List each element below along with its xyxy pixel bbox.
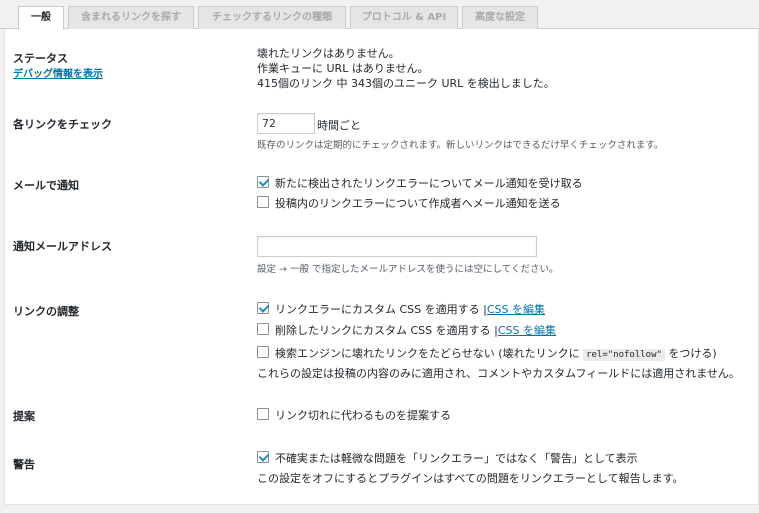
- status-line-2: 作業キューに URL はありません。: [257, 62, 429, 75]
- email-notify-label: メールで通知: [13, 179, 79, 192]
- warnings-checkbox[interactable]: [257, 451, 269, 463]
- warnings-label: 警告: [13, 458, 35, 471]
- notify-new-errors-label[interactable]: 新たに検出されたリンクエラーについてメール通知を受け取る: [275, 175, 583, 191]
- tab-protocols-api[interactable]: プロトコル & API: [350, 6, 458, 29]
- tab-link-types[interactable]: チェックするリンクの種類: [198, 6, 346, 29]
- check-interval-input[interactable]: 72: [257, 113, 315, 134]
- edit-css-link-removed[interactable]: CSS を編集: [498, 324, 556, 337]
- debug-info-link[interactable]: デバッグ情報を表示: [13, 65, 103, 80]
- suggest-alternatives-label[interactable]: リンク切れに代わるものを提案する: [275, 407, 451, 423]
- custom-css-removed-row: 削除したリンクにカスタム CSS を適用する |CSS を編集: [275, 322, 556, 338]
- settings-panel: ステータス デバッグ情報を表示 壊れたリンクはありません。 作業キューに URL…: [4, 29, 759, 505]
- check-interval-unit: 時間ごと: [317, 119, 361, 132]
- tab-general[interactable]: 一般: [18, 6, 64, 30]
- status-line-1: 壊れたリンクはありません。: [257, 47, 400, 60]
- notify-email-input[interactable]: [257, 236, 537, 257]
- check-interval-label: 各リンクをチェック: [13, 118, 112, 131]
- nofollow-label[interactable]: 検索エンジンに壊れたリンクをたどらせない (壊れたリンクに: [275, 347, 580, 360]
- tab-bar: 一般 含まれるリンクを探す チェックするリンクの種類 プロトコル & API 高…: [0, 0, 759, 30]
- notify-new-errors-checkbox[interactable]: [257, 176, 269, 188]
- link-tweaks-label: リンクの調整: [13, 305, 79, 318]
- link-tweaks-note: これらの設定は投稿の内容のみに適用され、コメントやカスタムフィールドには適用され…: [257, 367, 740, 380]
- custom-css-removed-label[interactable]: 削除したリンクにカスタム CSS を適用する: [275, 324, 491, 337]
- notify-authors-checkbox[interactable]: [257, 196, 269, 208]
- custom-css-broken-label[interactable]: リンクエラーにカスタム CSS を適用する: [275, 303, 480, 316]
- custom-css-removed-checkbox[interactable]: [257, 323, 269, 335]
- status-label: ステータス: [13, 52, 68, 65]
- check-interval-desc: 既存のリンクは定期的にチェックされます。新しいリンクはできるだけ早くチェックされ…: [257, 140, 664, 151]
- nofollow-checkbox[interactable]: [257, 346, 269, 358]
- custom-css-broken-row: リンクエラーにカスタム CSS を適用する |CSS を編集: [275, 301, 545, 317]
- warnings-desc: この設定をオフにするとプラグインはすべての問題をリンクエラーとして報告します。: [257, 472, 684, 485]
- status-line-3: 415個のリンク 中 343個のユニーク URL を検出しました。: [257, 77, 555, 90]
- tab-find-links[interactable]: 含まれるリンクを探す: [68, 6, 194, 29]
- suggest-label: 提案: [13, 410, 35, 423]
- notify-authors-label[interactable]: 投稿内のリンクエラーについて作成者へメール通知を送る: [275, 195, 561, 211]
- edit-css-link-broken[interactable]: CSS を編集: [487, 303, 545, 316]
- warnings-option-label[interactable]: 不確実または軽微な問題を「リンクエラー」ではなく「警告」として表示: [275, 450, 638, 466]
- notify-email-desc: 設定 → 一般 で指定したメールアドレスを使うには空にしてください。: [257, 264, 559, 275]
- notify-email-label: 通知メールアドレス: [13, 240, 112, 253]
- custom-css-broken-checkbox[interactable]: [257, 302, 269, 314]
- tab-advanced[interactable]: 高度な設定: [462, 6, 538, 29]
- suggest-alternatives-checkbox[interactable]: [257, 408, 269, 420]
- nofollow-suffix: をつける): [668, 347, 717, 360]
- nofollow-row: 検索エンジンに壊れたリンクをたどらせない (壊れたリンクに rel="nofol…: [275, 345, 717, 361]
- nofollow-code: rel="nofollow": [583, 349, 665, 361]
